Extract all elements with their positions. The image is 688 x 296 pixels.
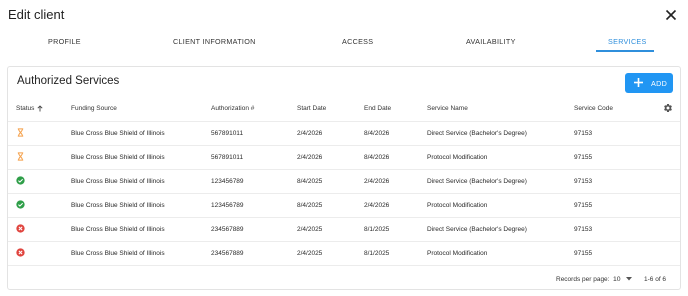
tab-availability[interactable]: AVAILABILITY bbox=[466, 37, 516, 46]
cell-end-date: 2/4/2026 bbox=[364, 202, 390, 209]
check-circle-icon bbox=[16, 200, 25, 209]
table-row[interactable]: Blue Cross Blue Shield of Illinois 12345… bbox=[8, 169, 680, 193]
cell-funding-source: Blue Cross Blue Shield of Illinois bbox=[71, 154, 165, 161]
cell-authorization: 234567889 bbox=[211, 226, 244, 233]
cell-end-date: 8/1/2025 bbox=[364, 250, 390, 257]
column-header-service-code[interactable]: Service Code bbox=[574, 105, 613, 112]
cell-service-code: 97153 bbox=[574, 178, 593, 185]
cell-service-name: Direct Service (Bachelor's Degree) bbox=[427, 226, 527, 233]
hourglass-icon bbox=[17, 128, 24, 137]
cell-service-name: Protocol Modification bbox=[427, 250, 488, 257]
cell-start-date: 8/4/2025 bbox=[297, 178, 323, 185]
cell-service-code: 97153 bbox=[574, 130, 593, 137]
cell-funding-source: Blue Cross Blue Shield of Illinois bbox=[71, 130, 165, 137]
cell-authorization: 234567889 bbox=[211, 250, 244, 257]
cell-service-code: 97153 bbox=[574, 226, 593, 233]
cell-start-date: 8/4/2025 bbox=[297, 202, 323, 209]
pagination-range: 1-6 of 6 bbox=[644, 276, 667, 283]
cell-funding-source: Blue Cross Blue Shield of Illinois bbox=[71, 178, 165, 185]
cell-end-date: 8/1/2025 bbox=[364, 226, 390, 233]
gear-icon[interactable] bbox=[663, 103, 673, 113]
hourglass-icon bbox=[17, 152, 24, 161]
add-button-label: ADD bbox=[651, 79, 668, 88]
tab-services[interactable]: SERVICES bbox=[608, 37, 647, 46]
cell-authorization: 123456789 bbox=[211, 202, 244, 209]
cell-start-date: 2/4/2025 bbox=[297, 226, 323, 233]
cell-authorization: 567891011 bbox=[211, 154, 244, 161]
x-circle-icon bbox=[16, 224, 25, 233]
cell-funding-source: Blue Cross Blue Shield of Illinois bbox=[71, 250, 165, 257]
cell-funding-source: Blue Cross Blue Shield of Illinois bbox=[71, 226, 165, 233]
rows-per-page-label: Records per page: bbox=[556, 276, 610, 283]
arrow-up-icon[interactable] bbox=[37, 105, 43, 112]
cell-authorization: 567891011 bbox=[211, 130, 244, 137]
cell-service-name: Direct Service (Bachelor's Degree) bbox=[427, 130, 527, 137]
column-header-service-name[interactable]: Service Name bbox=[427, 105, 468, 112]
table-row[interactable]: Blue Cross Blue Shield of Illinois 12345… bbox=[8, 193, 680, 217]
cell-start-date: 2/4/2026 bbox=[297, 130, 323, 137]
table-row[interactable]: Blue Cross Blue Shield of Illinois 23456… bbox=[8, 217, 680, 241]
authorized-services-card: Authorized Services ADD Status Funding S… bbox=[7, 66, 681, 290]
tab-access[interactable]: ACCESS bbox=[342, 37, 373, 46]
check-circle-icon bbox=[16, 176, 25, 185]
cell-service-code: 97155 bbox=[574, 154, 593, 161]
table-row[interactable]: Blue Cross Blue Shield of Illinois 56789… bbox=[8, 145, 680, 169]
dialog-header: Edit client bbox=[0, 0, 688, 30]
cell-service-code: 97155 bbox=[574, 250, 593, 257]
plus-icon bbox=[634, 78, 643, 87]
cell-end-date: 8/4/2026 bbox=[364, 154, 390, 161]
cell-end-date: 2/4/2026 bbox=[364, 178, 390, 185]
x-circle-icon bbox=[16, 248, 25, 257]
cell-service-code: 97155 bbox=[574, 202, 593, 209]
add-button[interactable]: ADD bbox=[625, 73, 673, 93]
tab-bar: PROFILE CLIENT INFORMATION ACCESS AVAILA… bbox=[0, 30, 688, 54]
active-tab-indicator bbox=[596, 50, 654, 52]
tab-profile[interactable]: PROFILE bbox=[48, 37, 81, 46]
cell-start-date: 2/4/2025 bbox=[297, 250, 323, 257]
caret-down-icon bbox=[626, 277, 632, 281]
cell-service-name: Direct Service (Bachelor's Degree) bbox=[427, 178, 527, 185]
cell-service-name: Protocol Modification bbox=[427, 154, 488, 161]
cell-service-name: Protocol Modification bbox=[427, 202, 488, 209]
table-footer-divider bbox=[8, 265, 680, 266]
rows-per-page-select[interactable]: 10 bbox=[612, 273, 634, 285]
cell-funding-source: Blue Cross Blue Shield of Illinois bbox=[71, 202, 165, 209]
column-header-end-date[interactable]: End Date bbox=[364, 105, 391, 112]
column-header-authorization[interactable]: Authorization # bbox=[211, 105, 254, 112]
rows-per-page-value: 10 bbox=[613, 276, 621, 283]
close-icon[interactable] bbox=[664, 8, 678, 22]
dialog-title: Edit client bbox=[8, 7, 65, 22]
cell-start-date: 2/4/2026 bbox=[297, 154, 323, 161]
cell-end-date: 8/4/2026 bbox=[364, 130, 390, 137]
tab-client-information[interactable]: CLIENT INFORMATION bbox=[173, 37, 256, 46]
cell-authorization: 123456789 bbox=[211, 178, 244, 185]
table-row[interactable]: Blue Cross Blue Shield of Illinois 23456… bbox=[8, 241, 680, 265]
column-header-funding-source[interactable]: Funding Source bbox=[71, 105, 117, 112]
section-title: Authorized Services bbox=[17, 75, 120, 87]
column-header-status[interactable]: Status bbox=[16, 105, 34, 112]
column-header-start-date[interactable]: Start Date bbox=[297, 105, 326, 112]
table-row[interactable]: Blue Cross Blue Shield of Illinois 56789… bbox=[8, 121, 680, 145]
